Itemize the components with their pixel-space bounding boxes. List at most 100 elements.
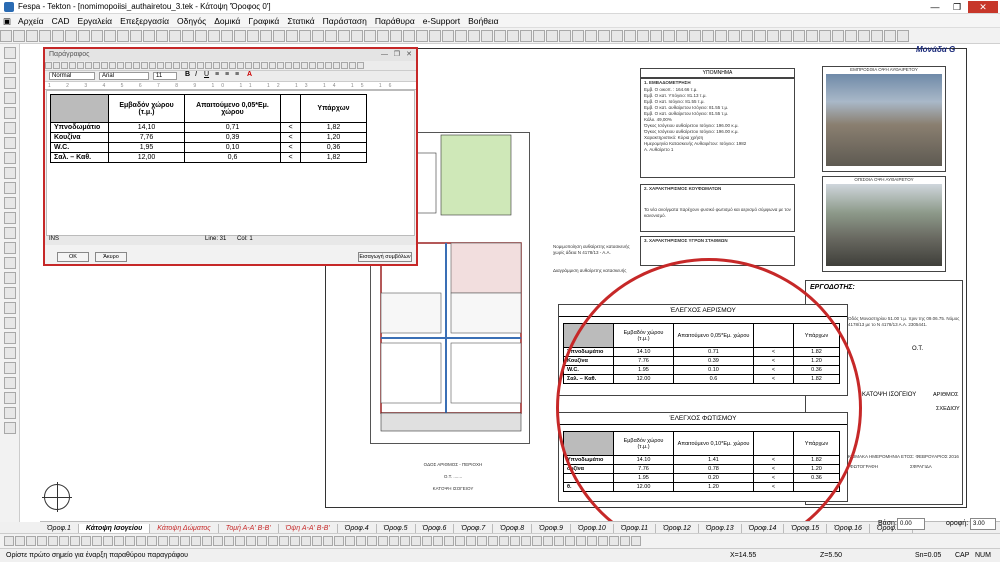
menu-windows[interactable]: Παράθυρα	[371, 14, 419, 28]
dialog-tool-icon[interactable]	[141, 62, 148, 69]
bottom-tool-icon[interactable]	[631, 536, 641, 546]
tab-2[interactable]: Κάτοψη Ισογείου	[78, 524, 151, 533]
left-tool-icon[interactable]	[4, 377, 16, 389]
top-tool-icon[interactable]	[689, 30, 701, 42]
top-tool-icon[interactable]	[507, 30, 519, 42]
paragraph-dialog[interactable]: Παράγραφος — ❐ ✕ Normal Arial 11 B I U ≡…	[43, 47, 418, 266]
top-tool-icon[interactable]	[247, 30, 259, 42]
dialog-tool-icon[interactable]	[181, 62, 188, 69]
dialog-maximize-icon[interactable]: ❐	[394, 49, 400, 61]
dialog-tool-icon[interactable]	[173, 62, 180, 69]
dialog-tool-icon[interactable]	[333, 62, 340, 69]
top-tool-icon[interactable]	[0, 30, 12, 42]
bottom-tool-icon[interactable]	[279, 536, 289, 546]
top-tool-icon[interactable]	[806, 30, 818, 42]
left-tool-icon[interactable]	[4, 242, 16, 254]
bottom-tool-icon[interactable]	[158, 536, 168, 546]
menu-cad[interactable]: CAD	[48, 14, 74, 28]
bottom-tool-icon[interactable]	[224, 536, 234, 546]
dialog-tool-icon[interactable]	[205, 62, 212, 69]
orofi-field[interactable]: 3.00	[970, 518, 996, 530]
bottom-tool-icon[interactable]	[180, 536, 190, 546]
top-tool-icon[interactable]	[78, 30, 90, 42]
left-tool-icon[interactable]	[4, 272, 16, 284]
menu-static[interactable]: Στατικά	[283, 14, 318, 28]
top-tool-icon[interactable]	[884, 30, 896, 42]
bottom-tool-icon[interactable]	[246, 536, 256, 546]
menu-tools[interactable]: Εργαλεία	[74, 14, 117, 28]
top-tool-icon[interactable]	[312, 30, 324, 42]
top-tool-icon[interactable]	[429, 30, 441, 42]
top-tool-icon[interactable]	[286, 30, 298, 42]
top-tool-icon[interactable]	[117, 30, 129, 42]
top-tool-icon[interactable]	[572, 30, 584, 42]
tab-14[interactable]: Όροφ.12	[656, 524, 699, 533]
bottom-tool-icon[interactable]	[554, 536, 564, 546]
left-tool-icon[interactable]	[4, 47, 16, 59]
top-tool-icon[interactable]	[91, 30, 103, 42]
dialog-tool-icon[interactable]	[269, 62, 276, 69]
top-tool-icon[interactable]	[182, 30, 194, 42]
bottom-tool-icon[interactable]	[136, 536, 146, 546]
top-tool-icon[interactable]	[26, 30, 38, 42]
bottom-tool-icon[interactable]	[59, 536, 69, 546]
underline-button[interactable]: U	[204, 71, 209, 78]
dialog-tool-icon[interactable]	[301, 62, 308, 69]
dialog-tool-icon[interactable]	[109, 62, 116, 69]
bottom-tool-icon[interactable]	[48, 536, 58, 546]
bottom-tool-icon[interactable]	[191, 536, 201, 546]
dialog-tool-icon[interactable]	[309, 62, 316, 69]
tab-18[interactable]: Όροφ.16	[827, 524, 870, 533]
bottom-tool-icon[interactable]	[81, 536, 91, 546]
menu-graphics[interactable]: Γραφικά	[244, 14, 283, 28]
top-tool-icon[interactable]	[325, 30, 337, 42]
bold-button[interactable]: B	[185, 71, 190, 78]
dialog-tool-icon[interactable]	[53, 62, 60, 69]
bottom-tool-icon[interactable]	[411, 536, 421, 546]
bottom-tool-icon[interactable]	[488, 536, 498, 546]
top-tool-icon[interactable]	[637, 30, 649, 42]
left-tool-icon[interactable]	[4, 257, 16, 269]
bottom-tool-icon[interactable]	[15, 536, 25, 546]
style-select[interactable]: Normal	[49, 72, 95, 80]
tab-16[interactable]: Όροφ.14	[742, 524, 785, 533]
top-tool-icon[interactable]	[338, 30, 350, 42]
left-tool-icon[interactable]	[4, 287, 16, 299]
top-tool-icon[interactable]	[845, 30, 857, 42]
dialog-tool-icon[interactable]	[149, 62, 156, 69]
top-tool-icon[interactable]	[143, 30, 155, 42]
minimize-button[interactable]: —	[924, 1, 946, 13]
top-tool-icon[interactable]	[897, 30, 909, 42]
top-tool-icon[interactable]	[533, 30, 545, 42]
font-color-icon[interactable]: A	[247, 71, 252, 78]
bottom-tool-icon[interactable]	[400, 536, 410, 546]
dialog-close-icon[interactable]: ✕	[406, 49, 412, 61]
dialog-tool-icon[interactable]	[325, 62, 332, 69]
top-tool-icon[interactable]	[585, 30, 597, 42]
top-tool-icon[interactable]	[390, 30, 402, 42]
bottom-tool-icon[interactable]	[521, 536, 531, 546]
tab-12[interactable]: Όροφ.10	[571, 524, 614, 533]
bottom-tool-icon[interactable]	[543, 536, 553, 546]
cancel-button[interactable]: Άκυρο	[95, 252, 127, 262]
dialog-minimize-icon[interactable]: —	[381, 49, 388, 61]
dialog-tool-icon[interactable]	[245, 62, 252, 69]
left-tool-icon[interactable]	[4, 317, 16, 329]
left-tool-icon[interactable]	[4, 302, 16, 314]
left-tool-icon[interactable]	[4, 107, 16, 119]
align-right-icon[interactable]: ≡	[235, 71, 239, 78]
dialog-tool-icon[interactable]	[349, 62, 356, 69]
dialog-tool-icon[interactable]	[221, 62, 228, 69]
bottom-tool-icon[interactable]	[466, 536, 476, 546]
tab-5[interactable]: Όψη Α-Α' Β-Β'	[279, 524, 338, 533]
bottom-tool-icon[interactable]	[213, 536, 223, 546]
left-tool-icon[interactable]	[4, 362, 16, 374]
dialog-tool-icon[interactable]	[61, 62, 68, 69]
top-tool-icon[interactable]	[52, 30, 64, 42]
close-button[interactable]: ✕	[968, 1, 998, 13]
menu-structural[interactable]: Δομικά	[210, 14, 244, 28]
tab-13[interactable]: Όροφ.11	[614, 524, 657, 533]
tab-8[interactable]: Όροφ.6	[416, 524, 455, 533]
bottom-tool-icon[interactable]	[257, 536, 267, 546]
maximize-button[interactable]: ❐	[946, 1, 968, 13]
